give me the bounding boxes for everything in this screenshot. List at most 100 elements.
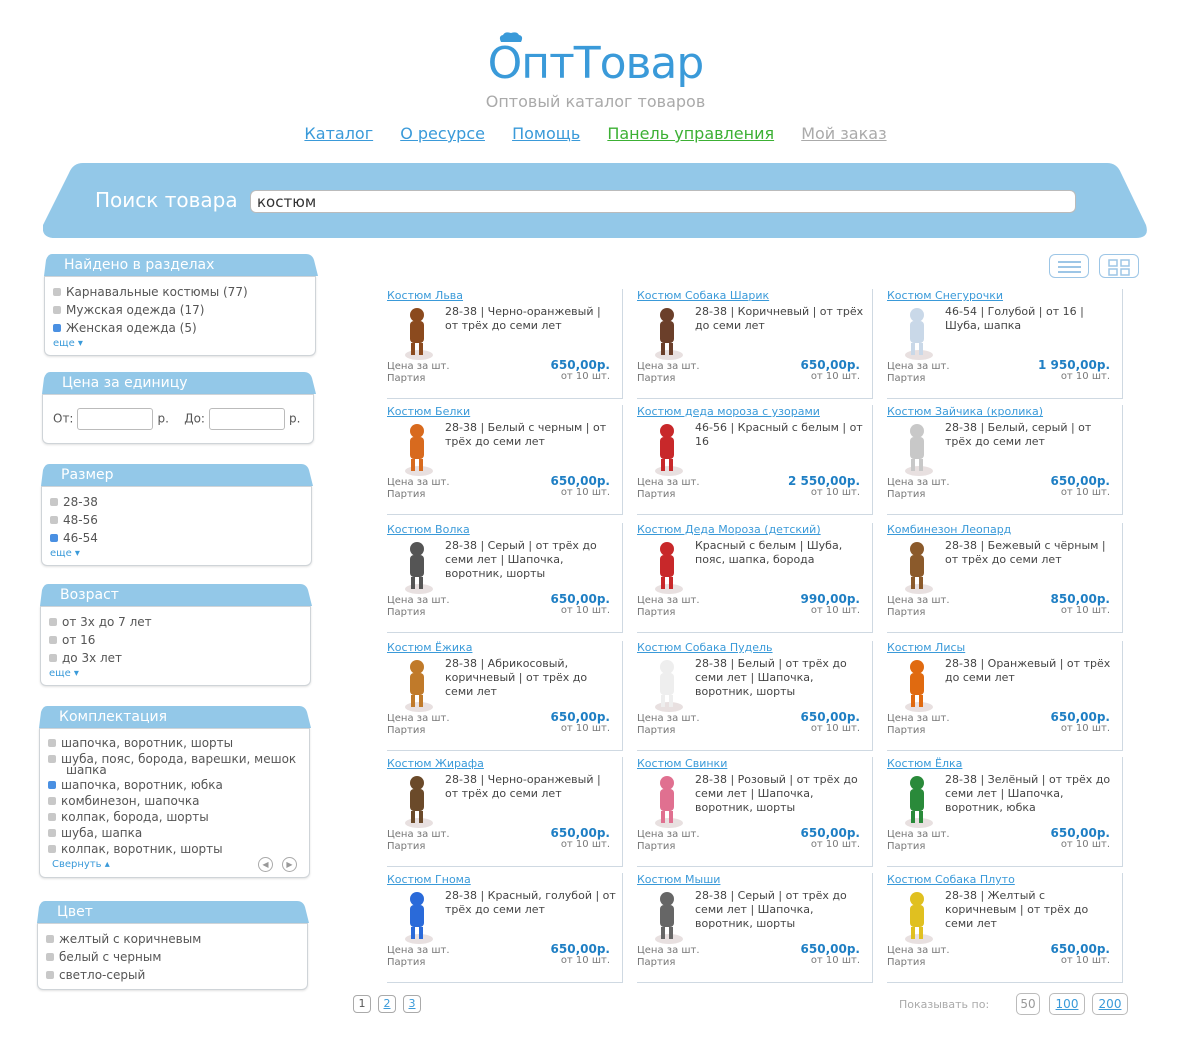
prev-arrow-icon[interactable]: ◀ (258, 857, 273, 872)
product-title-link[interactable]: Костюм Льва (387, 289, 463, 302)
product-title-link[interactable]: Костюм Собака Пудель (637, 641, 773, 654)
product-image[interactable] (395, 305, 439, 361)
product-image[interactable] (895, 657, 939, 713)
product-title-link[interactable]: Костюм Собака Шарик (637, 289, 769, 302)
page-size-200[interactable]: 200 (1092, 993, 1128, 1015)
sections-more-link[interactable]: еще ▾ (53, 338, 83, 349)
product-title-link[interactable]: Костюм Ёлка (887, 757, 962, 770)
age-item[interactable]: от 3х до 7 лет (49, 615, 152, 629)
product-title-link[interactable]: Костюм Лисы (887, 641, 965, 654)
size-item[interactable]: 46-54 (50, 531, 98, 545)
size-item[interactable]: 28-38 (50, 495, 98, 509)
price-values: 650,00р. от 10 шт. (551, 593, 610, 617)
product-batch: от 10 шт. (560, 955, 610, 966)
product-image[interactable] (895, 539, 939, 595)
price-values: 650,00р. от 10 шт. (551, 711, 610, 735)
kit-item[interactable]: комбинезон, шапочка (48, 794, 199, 808)
size-item[interactable]: 48-56 (50, 513, 98, 527)
price-values: 650,00р. от 10 шт. (551, 359, 610, 383)
product-title-link[interactable]: Костюм Собака Плуто (887, 873, 1015, 886)
product-image[interactable] (395, 539, 439, 595)
page-size-100[interactable]: 100 (1049, 993, 1085, 1015)
nav-help[interactable]: Помощь (512, 124, 580, 143)
product-title-link[interactable]: Костюм Белки (387, 405, 470, 418)
page-link-3[interactable]: 3 (403, 995, 421, 1013)
age-item[interactable]: до 3х лет (49, 651, 122, 665)
search-band: Поиск товара (43, 163, 1148, 238)
logo[interactable]: ОптТовар (0, 32, 1191, 89)
product-title-link[interactable]: Костюм Мыши (637, 873, 720, 886)
nav-catalog[interactable]: Каталог (304, 124, 373, 143)
product-image[interactable] (645, 773, 689, 829)
product-image[interactable] (395, 773, 439, 829)
grid-view-button[interactable] (1099, 254, 1139, 278)
product-title-link[interactable]: Костюм Зайчика (кролика) (887, 405, 1043, 418)
price-labels: Цена за шт. Партия (387, 713, 450, 737)
product-image[interactable] (645, 657, 689, 713)
kit-collapse-link[interactable]: Свернуть ▴ (52, 859, 110, 870)
batch-label: Партия (387, 489, 426, 500)
nav-my-order[interactable]: Мой заказ (801, 124, 886, 143)
unit-price-label: Цена за шт. (637, 829, 700, 840)
product-price: 650,00р. (800, 358, 860, 372)
product-title-link[interactable]: Костюм Ёжика (387, 641, 472, 654)
product-title-link[interactable]: Костюм Деда Мороза (детский) (637, 523, 821, 536)
search-input[interactable] (250, 190, 1076, 213)
color-item[interactable]: белый с черным (46, 950, 161, 964)
page-link-2[interactable]: 2 (378, 995, 396, 1013)
product-title-link[interactable]: Комбинезон Леопард (887, 523, 1011, 536)
product-title-link[interactable]: Костюм Волка (387, 523, 470, 536)
product-card: Костюм деда мороза с узорами 46-56 | Крас… (637, 405, 873, 515)
product-price: 650,00р. (800, 710, 860, 724)
product-image[interactable] (645, 539, 689, 595)
product-image[interactable] (895, 773, 939, 829)
product-title-link[interactable]: Костюм Снегурочки (887, 289, 1003, 302)
batch-label: Партия (887, 373, 926, 384)
product-card: Костюм Свинки 28-38 | Розовый | от трёх д… (637, 757, 873, 867)
next-arrow-icon[interactable]: ▶ (282, 857, 297, 872)
price-values: 650,00р. от 10 шт. (801, 827, 860, 851)
page-link-1[interactable]: 1 (353, 995, 371, 1013)
price-from-input[interactable] (77, 408, 154, 430)
price-labels: Цена за шт. Партия (887, 361, 950, 385)
product-image[interactable] (895, 305, 939, 361)
color-item[interactable]: желтый с коричневым (46, 932, 201, 946)
product-batch: от 10 шт. (810, 839, 860, 850)
price-values: 650,00р. от 10 шт. (1051, 943, 1110, 967)
top-nav: Каталог О ресурсе Помощь Панель управлен… (0, 124, 1191, 143)
kit-item[interactable]: шапочка, воротник, юбка (48, 778, 223, 792)
product-card: Костюм Ёжика 28-38 | Абрикосовый, коричне… (387, 641, 623, 751)
product-title-link[interactable]: Костюм Свинки (637, 757, 727, 770)
section-item[interactable]: Женская одежда (5) (53, 321, 197, 335)
age-item[interactable]: от 16 (49, 633, 95, 647)
product-image[interactable] (645, 305, 689, 361)
product-image[interactable] (645, 889, 689, 945)
product-title-link[interactable]: Костюм Гнома (387, 873, 471, 886)
nav-about[interactable]: О ресурсе (400, 124, 485, 143)
batch-label: Партия (887, 607, 926, 618)
price-values: 650,00р. от 10 шт. (1051, 827, 1110, 851)
kit-item[interactable]: колпак, борода, шорты (48, 810, 209, 824)
product-image[interactable] (895, 889, 939, 945)
color-item[interactable]: светло-серый (46, 968, 145, 982)
section-item[interactable]: Мужская одежда (17) (53, 303, 204, 317)
product-image[interactable] (395, 657, 439, 713)
batch-label: Партия (887, 841, 926, 852)
page-size-50[interactable]: 50 (1016, 993, 1040, 1015)
product-title-link[interactable]: Костюм деда мороза с узорами (637, 405, 820, 418)
batch-label: Партия (887, 725, 926, 736)
product-image[interactable] (395, 889, 439, 945)
kit-item[interactable]: колпак, воротник, шорты (48, 842, 223, 856)
age-more-link[interactable]: еще ▾ (49, 668, 79, 679)
product-title-link[interactable]: Костюм Жирафа (387, 757, 484, 770)
product-image[interactable] (895, 421, 939, 477)
price-to-input[interactable] (208, 408, 285, 430)
list-view-button[interactable] (1049, 254, 1089, 278)
nav-control-panel[interactable]: Панель управления (607, 124, 774, 143)
size-more-link[interactable]: еще ▾ (50, 548, 80, 559)
section-item[interactable]: Карнавальные костюмы (77) (53, 285, 248, 299)
product-image[interactable] (645, 421, 689, 477)
product-image[interactable] (395, 421, 439, 477)
kit-item[interactable]: шапочка, воротник, шорты (48, 736, 233, 750)
kit-item[interactable]: шуба, шапка (48, 826, 142, 840)
